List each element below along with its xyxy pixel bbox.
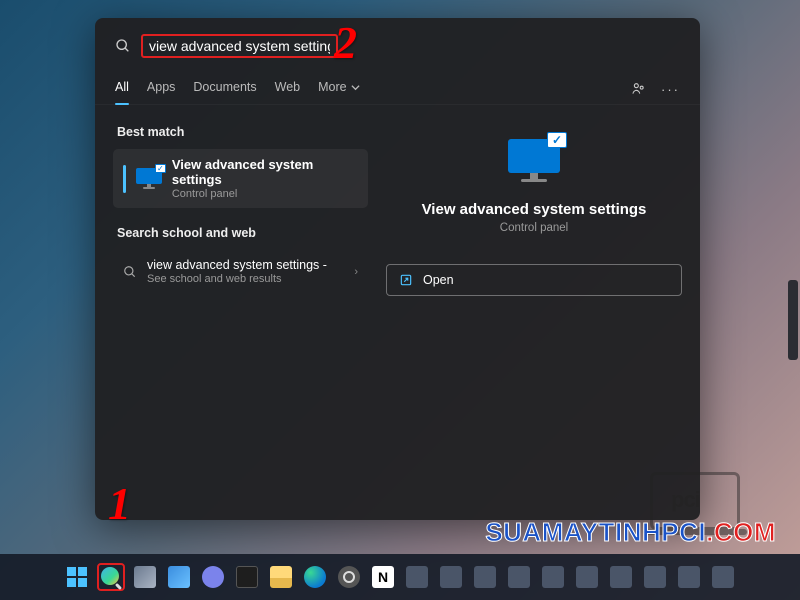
- taskbar-search-button[interactable]: [97, 563, 125, 591]
- taskbar-app-edge[interactable]: [301, 563, 329, 591]
- discord-sidebar-peek: [788, 280, 798, 360]
- app-icon: [474, 566, 496, 588]
- open-icon: [399, 273, 413, 287]
- start-button[interactable]: [63, 563, 91, 591]
- app-icon: [678, 566, 700, 588]
- taskbar-app[interactable]: [539, 563, 567, 591]
- action-open-label: Open: [423, 273, 454, 287]
- tab-more-label: More: [318, 80, 346, 94]
- chevron-right-icon: ›: [354, 266, 358, 278]
- taskbar-app-explorer[interactable]: [267, 563, 295, 591]
- taskbar-app[interactable]: [641, 563, 669, 591]
- notion-icon: N: [372, 566, 394, 588]
- tab-web[interactable]: Web: [275, 74, 300, 104]
- search-icon: [115, 38, 131, 54]
- gear-icon: [338, 566, 360, 588]
- edge-icon: [304, 566, 326, 588]
- app-icon: [576, 566, 598, 588]
- widgets-icon: [168, 566, 190, 588]
- annotation-2: 2: [334, 16, 357, 69]
- app-icon: [644, 566, 666, 588]
- result-subtitle: Control panel: [172, 188, 358, 200]
- watermark-url-part2: .COM: [706, 517, 776, 547]
- results-column: Best match ✓ View advanced system settin…: [113, 119, 368, 489]
- app-icon: [440, 566, 462, 588]
- preview-subtitle: Control panel: [392, 222, 676, 234]
- watermark-url: SUAMAYTINHPCI.COM: [485, 517, 776, 548]
- tab-apps[interactable]: Apps: [147, 74, 176, 104]
- search-icon: [123, 265, 137, 279]
- taskbar-app[interactable]: [709, 563, 737, 591]
- chat-button[interactable]: [199, 563, 227, 591]
- web-result-title: view advanced system settings -: [147, 258, 327, 272]
- more-options-icon[interactable]: ···: [661, 82, 680, 97]
- taskbar-app[interactable]: [471, 563, 499, 591]
- tab-more[interactable]: More: [318, 74, 359, 104]
- watermark-url-part1: SUAMAYTINHPCI: [485, 517, 706, 547]
- control-panel-system-icon: ✓: [136, 168, 162, 190]
- tab-all[interactable]: All: [115, 74, 129, 104]
- app-icon: [712, 566, 734, 588]
- result-title: View advanced system settings: [172, 157, 358, 187]
- chevron-down-icon: [351, 83, 360, 92]
- taskbar-app[interactable]: [437, 563, 465, 591]
- app-icon: [406, 566, 428, 588]
- app-icon: [508, 566, 530, 588]
- search-query-highlight: [141, 34, 338, 58]
- task-view-icon: [134, 566, 156, 588]
- taskbar-app[interactable]: [607, 563, 635, 591]
- taskbar-app[interactable]: [675, 563, 703, 591]
- org-search-icon[interactable]: [631, 81, 647, 97]
- terminal-icon: [236, 566, 258, 588]
- taskbar-app[interactable]: [573, 563, 601, 591]
- windows-logo-icon: [67, 567, 87, 587]
- selection-indicator: [123, 165, 126, 193]
- preview-pane: ✓ View advanced system settings Control …: [386, 119, 682, 489]
- control-panel-system-icon: ✓: [508, 139, 560, 185]
- action-open[interactable]: Open: [386, 264, 682, 296]
- app-icon: [610, 566, 632, 588]
- search-input[interactable]: [149, 38, 330, 54]
- taskbar-app[interactable]: [505, 563, 533, 591]
- result-web-search[interactable]: view advanced system settings - See scho…: [113, 250, 368, 293]
- chat-icon: [202, 566, 224, 588]
- filter-tabs: All Apps Documents Web More ···: [95, 68, 700, 105]
- annotation-1: 1: [108, 477, 131, 530]
- web-result-subtitle: See school and web results: [147, 273, 327, 285]
- search-bar: [95, 18, 700, 68]
- watermark-logo-text: pci: [671, 487, 700, 513]
- app-icon: [542, 566, 564, 588]
- start-search-panel: All Apps Documents Web More ··· Best mat…: [95, 18, 700, 520]
- file-explorer-icon: [270, 566, 292, 588]
- task-view-button[interactable]: [131, 563, 159, 591]
- taskbar-app[interactable]: [403, 563, 431, 591]
- taskbar-app-settings[interactable]: [335, 563, 363, 591]
- widgets-button[interactable]: [165, 563, 193, 591]
- section-best-match: Best match: [117, 125, 368, 139]
- tab-documents[interactable]: Documents: [193, 74, 256, 104]
- preview-title: View advanced system settings: [392, 201, 676, 218]
- taskbar: N: [0, 554, 800, 600]
- taskbar-app-terminal[interactable]: [233, 563, 261, 591]
- section-school-web: Search school and web: [117, 226, 368, 240]
- result-best-match[interactable]: ✓ View advanced system settings Control …: [113, 149, 368, 208]
- taskbar-app-notion[interactable]: N: [369, 563, 397, 591]
- search-icon: [101, 567, 121, 587]
